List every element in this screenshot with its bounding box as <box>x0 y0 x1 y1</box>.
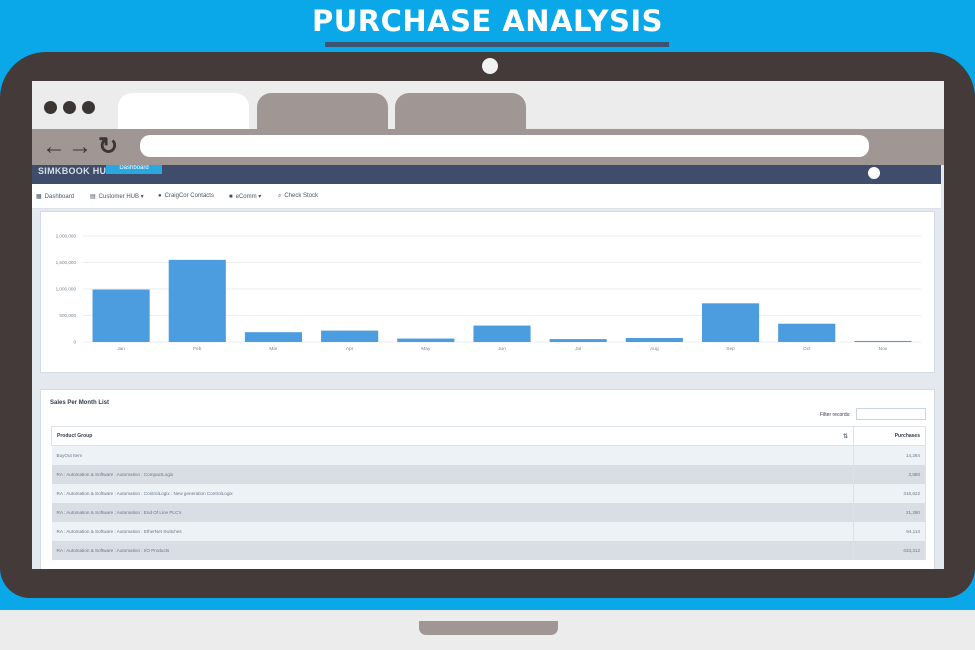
purchases-cell: 633,312 <box>853 540 926 560</box>
purchases-cell: 21,280 <box>853 502 926 522</box>
table-row[interactable]: RA : Automation & Software : Automation … <box>51 483 926 503</box>
laptop-notch <box>419 621 558 635</box>
purchases-cell: 316,622 <box>853 483 926 503</box>
column-header-product-group[interactable]: Product Group ⇅ <box>51 426 854 446</box>
filter-input[interactable] <box>856 408 926 420</box>
x-tick-label: Jun <box>498 346 506 352</box>
window-dot-icon[interactable] <box>44 101 57 114</box>
y-tick-label: 1,500,000 <box>56 260 77 265</box>
browser-tab[interactable] <box>395 93 526 129</box>
filter-label: Filter records: <box>820 412 851 418</box>
bar-chart: 0 500,000 1,000,000 1,500,000 2,000,000 Jan Fe… <box>56 234 921 352</box>
bar-sep[interactable] <box>701 303 760 342</box>
x-tick-label: Jul <box>575 346 581 352</box>
purchases-cell: 3,880 <box>853 464 926 484</box>
search-icon: ⌕ <box>278 193 282 199</box>
main-menu: ▦ Dashboard ▤ Customer HUB ▾ ● CraigCor Con… <box>32 184 941 209</box>
x-tick-label: May <box>421 346 431 352</box>
x-tick-label: Nov <box>879 346 888 352</box>
window-dot-icon[interactable] <box>82 101 95 114</box>
browser-tab[interactable] <box>257 93 388 129</box>
contact-icon: ● <box>158 193 162 199</box>
product-group-cell: RA : Automation & Software : Automation … <box>51 502 854 522</box>
header-button[interactable]: Dashboard <box>106 165 162 174</box>
bar-jul[interactable] <box>549 339 607 342</box>
bar-apr[interactable] <box>321 330 379 342</box>
x-tick-label: Oct <box>803 346 811 352</box>
y-tick-label: 500,000 <box>59 313 76 318</box>
purchases-chart: 0 500,000 1,000,000 1,500,000 2,000,000 Jan Fe… <box>40 211 935 373</box>
y-tick-label: 0 <box>73 340 76 345</box>
address-bar[interactable] <box>140 135 869 157</box>
purchases-cell: 14,284 <box>853 445 926 465</box>
headline-underline <box>325 42 669 47</box>
toggle-switch[interactable] <box>868 167 880 179</box>
sales-per-month-panel: Sales Per Month List Filter records: Pro… <box>40 389 935 569</box>
app-header: SIMKBOOK HUB Dashboard <box>32 165 941 184</box>
x-tick-label: Feb <box>193 346 202 352</box>
x-tick-label: Mar <box>269 346 278 352</box>
table-row[interactable]: RA : Automation & Software : Automation … <box>51 502 926 522</box>
table-header-row: Product Group ⇅ Purchases <box>51 426 926 446</box>
product-group-cell: RA : Automation & Software : Automation … <box>51 483 854 503</box>
menu-item-dashboard[interactable]: ▦ Dashboard <box>36 193 74 200</box>
column-header-purchases[interactable]: Purchases <box>853 426 926 446</box>
laptop-screen: ← → ↻ SIMKBOOK HUB Dashboard ▦ Dashboard … <box>32 81 944 569</box>
browser-tab-strip <box>32 81 944 129</box>
grid-icon: ▦ <box>36 194 42 200</box>
chevron-down-icon: ▾ <box>139 194 144 200</box>
chevron-down-icon: ▾ <box>256 194 262 200</box>
bar-jan[interactable] <box>92 289 150 342</box>
table-row[interactable]: BuyOut Item 14,284 <box>51 445 926 465</box>
menu-item-customer-hub[interactable]: ▤ Customer HUB ▾ <box>90 193 144 200</box>
bar-oct[interactable] <box>778 323 836 342</box>
app-logo: SIMKBOOK HUB <box>38 166 114 176</box>
window-dot-icon[interactable] <box>63 101 76 114</box>
product-group-cell: RA : Automation & Software : Automation … <box>51 464 854 484</box>
purchases-cell: 94,113 <box>853 521 926 541</box>
menu-item-check-stock[interactable]: ⌕ Check Stock <box>278 193 318 200</box>
table-row[interactable]: RA : Automation & Software : Automation … <box>51 521 926 541</box>
menu-item-ecomm[interactable]: ■ eComm ▾ <box>229 193 261 200</box>
back-arrow-icon[interactable]: ← <box>42 132 66 162</box>
table-title: Sales Per Month List <box>50 400 110 406</box>
product-group-cell: RA : Automation & Software : Automation … <box>51 521 854 541</box>
page-headline: PURCHASE ANALYSIS <box>311 4 664 38</box>
product-group-cell: BuyOut Item <box>51 445 854 465</box>
table-row[interactable]: RA : Automation & Software : Automation … <box>51 540 926 560</box>
cart-icon: ■ <box>229 194 233 200</box>
reload-icon[interactable]: ↻ <box>98 132 118 162</box>
bar-may[interactable] <box>397 338 455 342</box>
camera-icon <box>482 58 498 74</box>
y-tick-label: 1,000,000 <box>56 287 77 292</box>
bar-nov[interactable] <box>854 340 912 342</box>
bar-jun[interactable] <box>473 325 531 342</box>
bar-aug[interactable] <box>625 338 683 342</box>
forward-arrow-icon[interactable]: → <box>68 132 92 162</box>
table-row[interactable]: RA : Automation & Software : Automation … <box>51 464 926 484</box>
table-icon: ▤ <box>90 194 96 200</box>
menu-item-craigcor-contacts[interactable]: ● CraigCor Contacts <box>158 193 214 199</box>
x-tick-label: Jan <box>117 346 125 352</box>
product-group-cell: RA : Automation & Software : Automation … <box>51 540 854 560</box>
bar-feb[interactable] <box>168 259 226 342</box>
sort-icon[interactable]: ⇅ <box>843 433 848 440</box>
browser-tab-active[interactable] <box>118 93 249 129</box>
x-tick-label: Sep <box>726 346 735 352</box>
x-tick-label: Aug <box>650 346 659 352</box>
web-page: SIMKBOOK HUB Dashboard ▦ Dashboard ▤ Custo… <box>32 165 944 569</box>
browser-toolbar: ← → ↻ <box>32 129 944 165</box>
sales-table: Product Group ⇅ Purchases BuyOut Item 14,… <box>51 426 926 560</box>
bar-mar[interactable] <box>244 332 303 342</box>
x-tick-label: Apr <box>346 346 354 352</box>
y-tick-label: 2,000,000 <box>56 234 77 239</box>
